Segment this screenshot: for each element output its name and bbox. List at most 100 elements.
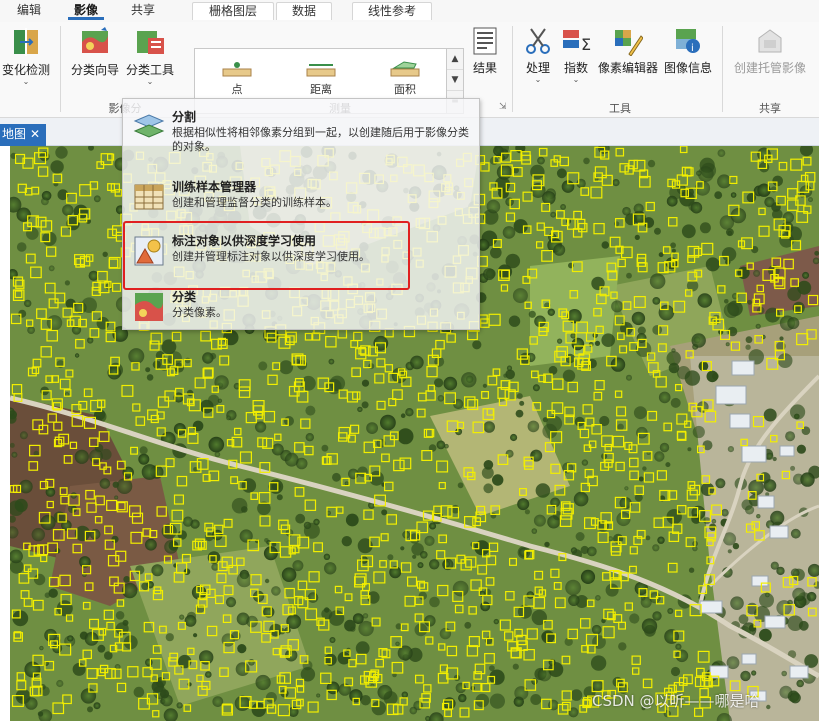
group-label-tools: 工具 bbox=[609, 102, 631, 115]
tree-canopy bbox=[594, 340, 601, 346]
building bbox=[769, 525, 789, 539]
tree-canopy bbox=[691, 333, 706, 348]
tree-canopy bbox=[193, 633, 198, 638]
indices-button[interactable]: Σ 指数 ⌄ bbox=[558, 26, 594, 84]
tree-canopy bbox=[654, 227, 661, 235]
measure-point-button[interactable]: 点 bbox=[207, 61, 267, 97]
tree-canopy bbox=[772, 456, 777, 462]
tree-canopy bbox=[730, 596, 744, 610]
tree-canopy bbox=[514, 686, 529, 701]
tree-canopy bbox=[626, 272, 632, 279]
tree-canopy bbox=[268, 479, 284, 494]
tree-canopy bbox=[779, 336, 784, 341]
tree-canopy bbox=[814, 250, 819, 256]
tree-canopy bbox=[490, 246, 502, 259]
tree-canopy bbox=[530, 164, 545, 180]
tree-canopy bbox=[414, 623, 428, 637]
tree-canopy bbox=[87, 706, 93, 713]
training-samples-manager-menu-item[interactable]: 训练样本管理器 创建和管理监督分类的训练样本。 bbox=[123, 175, 479, 225]
chevron-down-icon: ⌄ bbox=[572, 75, 580, 84]
tree-canopy bbox=[705, 257, 720, 272]
tree-canopy bbox=[33, 573, 46, 586]
tree-canopy bbox=[670, 242, 676, 249]
tree-canopy bbox=[766, 452, 774, 460]
tab-raster-layer[interactable]: 栅格图层 bbox=[192, 2, 274, 20]
tree-canopy bbox=[258, 361, 268, 371]
tree-canopy bbox=[128, 348, 145, 365]
measure-area-button[interactable]: 面积 bbox=[375, 61, 435, 97]
tree-canopy bbox=[782, 211, 795, 224]
tree-canopy bbox=[802, 271, 810, 279]
tree-canopy bbox=[512, 663, 519, 670]
map-view-tab[interactable]: 地图 ✕ bbox=[0, 124, 46, 146]
tree-canopy bbox=[808, 197, 813, 203]
tree-canopy bbox=[255, 674, 271, 691]
tree-canopy bbox=[616, 511, 631, 527]
dialog-launcher-icon[interactable]: ⇲ bbox=[499, 102, 507, 112]
process-button[interactable]: 处理 ⌄ bbox=[520, 26, 556, 84]
tab-imagery[interactable]: 影像 bbox=[68, 2, 104, 20]
tree-canopy bbox=[116, 478, 133, 495]
tree-canopy bbox=[367, 591, 380, 604]
tree-canopy bbox=[658, 252, 664, 258]
tree-canopy bbox=[737, 266, 750, 279]
tree-canopy bbox=[508, 315, 521, 327]
tree-canopy bbox=[16, 207, 31, 222]
close-icon[interactable]: ✕ bbox=[30, 124, 40, 144]
tree-canopy bbox=[565, 579, 581, 596]
pixel-editor-button[interactable]: 像素编辑器 bbox=[596, 26, 660, 76]
tree-canopy bbox=[717, 174, 732, 189]
classify-wizard-button[interactable]: 分类向导 bbox=[68, 26, 122, 78]
tree-canopy bbox=[611, 300, 624, 313]
measure-distance-label: 距离 bbox=[310, 83, 332, 96]
tree-canopy bbox=[688, 567, 695, 573]
tree-canopy bbox=[652, 611, 662, 621]
tree-canopy bbox=[417, 562, 424, 569]
tree-canopy bbox=[184, 357, 191, 364]
segmentation-menu-item[interactable]: 分割 根据相似性将相邻像素分组到一起，以创建随后用于影像分类的对象。 bbox=[123, 105, 479, 155]
tree-canopy bbox=[658, 391, 671, 404]
tab-linear-referencing[interactable]: 线性参考 bbox=[352, 2, 432, 20]
tree-canopy bbox=[675, 643, 682, 650]
tree-canopy bbox=[208, 394, 220, 406]
tree-canopy bbox=[515, 409, 524, 418]
scroll-down-icon[interactable]: ▼ bbox=[447, 70, 463, 91]
tree-canopy bbox=[667, 608, 674, 614]
tree-canopy bbox=[652, 325, 663, 335]
measure-distance-button[interactable]: 距离 bbox=[291, 61, 351, 97]
tree-canopy bbox=[271, 443, 284, 456]
scroll-up-icon[interactable]: ▲ bbox=[447, 49, 463, 70]
tab-share[interactable]: 共享 bbox=[124, 2, 162, 20]
tree-canopy bbox=[483, 460, 494, 470]
tab-edit[interactable]: 编辑 bbox=[10, 2, 48, 20]
tree-canopy bbox=[574, 416, 585, 427]
classify-tools-button[interactable]: 分类工具 ⌄ bbox=[124, 26, 176, 86]
tree-canopy bbox=[44, 628, 57, 642]
tree-canopy bbox=[284, 452, 299, 467]
measure-point-label: 点 bbox=[231, 83, 243, 96]
tree-canopy bbox=[248, 659, 255, 666]
tree-canopy bbox=[697, 293, 713, 308]
create-hosted-imagery-button[interactable]: 创建托管影像 bbox=[730, 26, 810, 76]
tree-canopy bbox=[303, 522, 320, 539]
tree-canopy bbox=[726, 228, 734, 237]
results-button[interactable]: 结果 bbox=[468, 26, 502, 76]
classify-menu-item[interactable]: 分类 分类像素。 bbox=[123, 285, 479, 335]
tree-canopy bbox=[10, 442, 15, 448]
label-objects-for-deep-learning-menu-item[interactable]: 标注对象以供深度学习使用 创建并管理标注对象以供深度学习使用。 bbox=[123, 229, 479, 279]
tree-canopy bbox=[316, 693, 321, 698]
tree-canopy bbox=[241, 478, 257, 493]
tab-data[interactable]: 数据 bbox=[276, 2, 332, 20]
tree-canopy bbox=[781, 670, 787, 677]
tree-canopy bbox=[56, 679, 64, 688]
image-info-button[interactable]: i 图像信息 bbox=[662, 26, 714, 76]
tree-canopy bbox=[527, 420, 540, 433]
tree-canopy bbox=[537, 156, 545, 165]
tree-canopy bbox=[745, 344, 751, 350]
tree-canopy bbox=[542, 191, 556, 205]
tree-canopy bbox=[687, 447, 692, 452]
tree-canopy bbox=[145, 538, 157, 551]
change-detection-button[interactable]: 变化检测 ⌄ bbox=[0, 26, 52, 86]
tree-canopy bbox=[745, 336, 753, 344]
tree-canopy bbox=[179, 614, 185, 620]
